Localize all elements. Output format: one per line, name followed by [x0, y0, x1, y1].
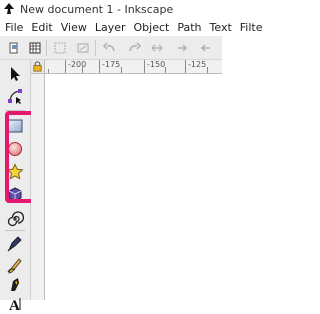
menu-file[interactable]: File: [0, 21, 27, 34]
ruler-tick: [65, 60, 66, 73]
svg-text:A: A: [9, 298, 20, 312]
spiral-icon: [7, 211, 24, 227]
vertical-ruler[interactable]: [31, 74, 45, 300]
ellipse-tool[interactable]: [3, 138, 27, 160]
ruler-label: -200: [68, 60, 87, 69]
pen-tool[interactable]: [3, 233, 27, 255]
title-bar: New document 1 - Inkscape: [0, 0, 222, 18]
pen-icon: [7, 236, 22, 252]
fit-drawing-icon[interactable]: [76, 41, 90, 55]
star-tool[interactable]: [3, 161, 27, 183]
3d-box-icon: [8, 187, 22, 202]
node-editor-tool[interactable]: [3, 85, 27, 107]
ruler-tick: [82, 67, 83, 73]
ruler-label: -175: [102, 60, 121, 69]
ruler-label: -125: [188, 60, 207, 69]
ruler-tick: [185, 60, 186, 73]
pencil-tool[interactable]: [3, 254, 27, 276]
redo-arrow-icon[interactable]: [127, 41, 141, 55]
menu-text[interactable]: Text: [206, 21, 236, 34]
ruler-corner[interactable]: [31, 60, 45, 74]
ruler-tick: [121, 67, 122, 73]
selection-resize-icon[interactable]: [53, 41, 67, 55]
ruler-tick: [165, 67, 166, 73]
lock-icon: [33, 61, 42, 72]
pencil-icon: [7, 258, 22, 274]
menu-filters[interactable]: Filte: [236, 21, 267, 34]
toolbox-separator: [5, 230, 25, 231]
arrow-icon[interactable]: [175, 41, 189, 55]
text-icon: A: [9, 298, 21, 312]
flip-icon[interactable]: [150, 41, 164, 55]
menu-edit[interactable]: Edit: [27, 21, 56, 34]
selector-icon: [11, 67, 20, 81]
3d-box-tool[interactable]: [3, 184, 27, 206]
document-properties-icon[interactable]: [7, 41, 21, 55]
rectangle-icon: [7, 119, 23, 133]
ruler-label: -150: [147, 60, 166, 69]
horizontal-ruler[interactable]: -200 -175 -150 -125: [45, 60, 222, 74]
toolbox: A: [0, 60, 31, 312]
menu-view[interactable]: View: [57, 21, 91, 34]
menu-object[interactable]: Object: [130, 21, 174, 34]
ruler-tick: [207, 67, 208, 73]
toolbar-separator: [46, 40, 47, 56]
rectangle-tool[interactable]: [3, 115, 27, 137]
spiral-tool[interactable]: [3, 208, 27, 230]
ruler-tick: [48, 69, 49, 73]
menu-path[interactable]: Path: [173, 21, 205, 34]
ellipse-icon: [8, 142, 22, 156]
command-bar: [0, 36, 222, 60]
text-tool[interactable]: A: [3, 292, 27, 314]
star-icon: [6, 163, 24, 180]
ruler-tick: [144, 60, 145, 73]
toolbox-separator: [5, 110, 25, 111]
inkscape-logo-icon: [4, 3, 14, 14]
node-editor-icon: [8, 89, 22, 104]
selector-tool[interactable]: [3, 63, 27, 85]
grid-icon[interactable]: [28, 41, 42, 55]
drawing-canvas[interactable]: [45, 74, 222, 300]
menu-layer[interactable]: Layer: [91, 21, 130, 34]
ruler-tick: [99, 60, 100, 73]
undo-arrow-icon[interactable]: [103, 41, 117, 55]
toolbar-separator: [95, 40, 96, 56]
window-title: New document 1 - Inkscape: [20, 2, 174, 16]
menu-bar: File Edit View Layer Object Path Text Fi…: [0, 18, 263, 36]
arrow-icon[interactable]: [199, 41, 213, 55]
